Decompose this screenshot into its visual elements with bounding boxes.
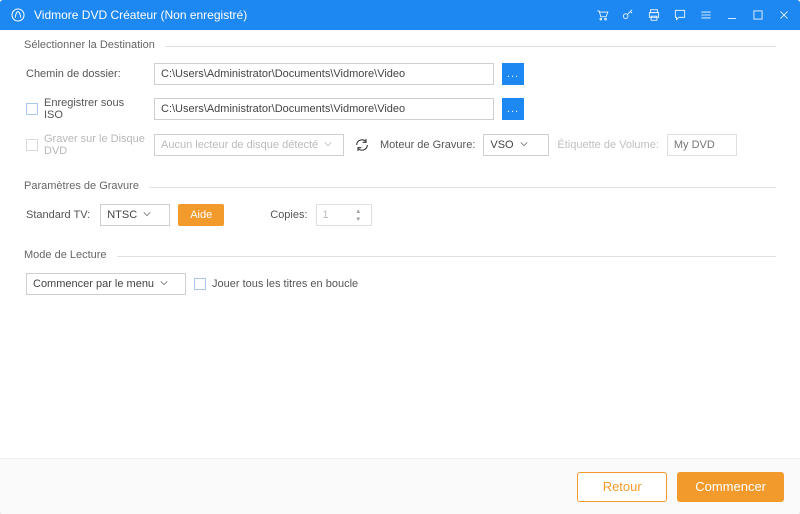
chevron-down-icon [520,139,528,151]
titlebar-actions [594,7,792,23]
menu-icon[interactable] [698,7,714,23]
content-area: Sélectionner la Destination Chemin de do… [0,30,800,458]
minimize-icon[interactable] [724,7,740,23]
section-burn-params-legend: Paramètres de Gravure [24,180,149,192]
row-save-iso: Enregistrer sous ISO ... [26,97,774,121]
save-iso-checkbox-label[interactable]: Enregistrer sous ISO [26,97,146,121]
loop-titles-text: Jouer tous les titres en boucle [212,278,358,290]
row-playback: Commencer par le menu Jouer tous les tit… [26,273,774,295]
browse-folder-button[interactable]: ... [502,63,524,85]
maximize-icon[interactable] [750,7,766,23]
volume-label-input[interactable] [667,134,737,156]
section-destination: Sélectionner la Destination Chemin de do… [24,46,776,179]
app-logo-icon [10,7,26,23]
start-button[interactable]: Commencer [677,472,784,502]
playback-mode-select[interactable]: Commencer par le menu [26,273,186,295]
help-button[interactable]: Aide [178,204,224,226]
footer: Retour Commencer [0,458,800,514]
folder-path-label: Chemin de dossier: [26,68,146,80]
section-playback: Mode de Lecture Commencer par le menu Jo… [24,256,776,317]
drive-select-value: Aucun lecteur de disque détecté [161,139,318,151]
tv-standard-label: Standard TV: [26,209,90,221]
burn-disc-checkbox-label[interactable]: Graver sur le Disque DVD [26,133,146,157]
tv-standard-select[interactable]: NTSC [100,204,170,226]
chevron-down-icon [143,209,151,221]
volume-label: Étiquette de Volume: [557,139,659,151]
stepper-down-icon[interactable]: ▾ [357,216,369,223]
engine-select-value: VSO [490,139,513,151]
titlebar: Vidmore DVD Créateur (Non enregistré) [0,0,800,30]
loop-titles-checkbox-label[interactable]: Jouer tous les titres en boucle [194,278,358,290]
close-icon[interactable] [776,7,792,23]
iso-path-input[interactable] [154,98,494,120]
section-playback-legend: Mode de Lecture [24,249,117,261]
engine-label: Moteur de Gravure: [380,139,475,151]
app-title: Vidmore DVD Créateur (Non enregistré) [34,8,594,22]
cart-icon[interactable] [594,7,610,23]
printer-icon[interactable] [646,7,662,23]
refresh-drives-button[interactable] [352,135,372,155]
drive-select[interactable]: Aucun lecteur de disque détecté [154,134,344,156]
save-iso-checkbox[interactable] [26,103,38,115]
loop-titles-checkbox[interactable] [194,278,206,290]
chevron-down-icon [324,139,332,151]
burn-disc-text: Graver sur le Disque DVD [44,133,146,157]
burn-disc-checkbox[interactable] [26,139,38,151]
save-iso-text: Enregistrer sous ISO [44,97,146,121]
feedback-icon[interactable] [672,7,688,23]
app-window: Vidmore DVD Créateur (Non enregistré) Sé… [0,0,800,514]
row-burn-disc: Graver sur le Disque DVD Aucun lecteur d… [26,133,774,157]
chevron-down-icon [160,278,168,290]
section-burn-params: Paramètres de Gravure Standard TV: NTSC … [24,187,776,248]
tv-standard-value: NTSC [107,209,137,221]
folder-path-input[interactable] [154,63,494,85]
section-destination-legend: Sélectionner la Destination [24,39,165,51]
row-burn-params: Standard TV: NTSC Aide Copies: ▴ ▾ [26,204,774,226]
key-icon[interactable] [620,7,636,23]
engine-select[interactable]: VSO [483,134,549,156]
copies-label: Copies: [270,209,307,221]
row-folder-path: Chemin de dossier: ... [26,63,774,85]
stepper-up-icon[interactable]: ▴ [357,208,369,215]
playback-mode-value: Commencer par le menu [33,278,154,290]
copies-stepper[interactable]: ▴ ▾ [316,204,372,226]
browse-iso-button[interactable]: ... [502,98,524,120]
back-button[interactable]: Retour [577,472,667,502]
